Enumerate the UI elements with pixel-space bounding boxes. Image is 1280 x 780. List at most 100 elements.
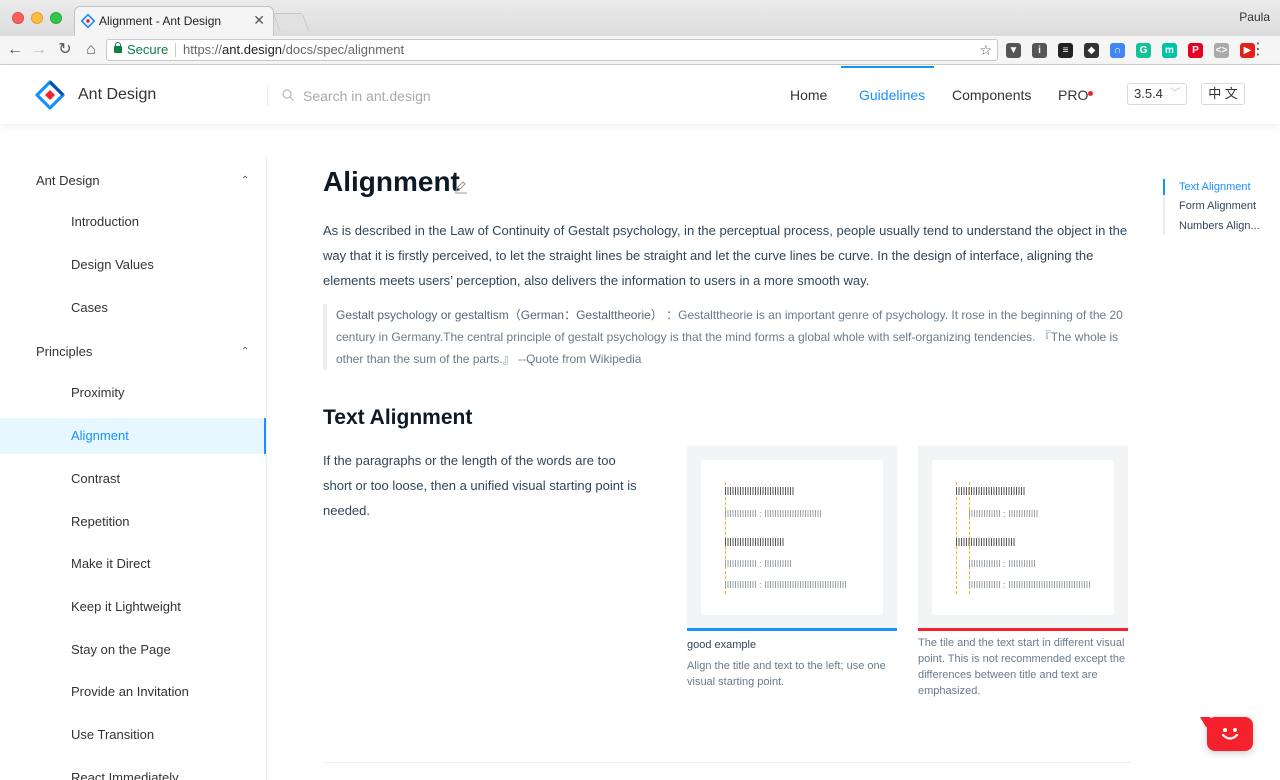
ant-design-logo-icon[interactable] bbox=[35, 80, 65, 110]
version-select[interactable]: 3.5.4 ﹀ bbox=[1127, 83, 1187, 105]
browser-menu-icon[interactable]: ⋮ bbox=[1250, 40, 1266, 60]
sidebar-item-label: Make it Direct bbox=[71, 556, 151, 571]
version-value: 3.5.4 bbox=[1134, 86, 1163, 101]
text-bar bbox=[725, 581, 757, 588]
smiley-face-icon bbox=[1221, 728, 1239, 740]
toc-item-text-alignment[interactable]: Text Alignment bbox=[1179, 181, 1251, 193]
pro-badge-dot bbox=[1088, 91, 1093, 96]
colon: : bbox=[759, 580, 762, 590]
title-bar bbox=[956, 487, 1026, 495]
toc-active-indicator bbox=[1163, 179, 1165, 195]
text-bar bbox=[725, 560, 757, 567]
sidebar-item-react-immediately[interactable]: React Immediately bbox=[0, 760, 266, 780]
sidebar-group-principles[interactable]: Principles bbox=[36, 344, 92, 359]
info-icon[interactable]: i bbox=[1032, 43, 1047, 58]
browser-toolbar: ← → ↻ ⌂ Secure https://ant.design/docs/s… bbox=[0, 36, 1280, 65]
text-bar bbox=[765, 560, 791, 567]
text-bar bbox=[969, 581, 1001, 588]
menu-pro[interactable]: PRO bbox=[1058, 87, 1088, 103]
chevron-up-icon[interactable]: ⌃ bbox=[241, 346, 249, 357]
back-icon[interactable]: ← bbox=[6, 39, 24, 61]
tab-title: Alignment - Ant Design bbox=[99, 14, 222, 28]
gestalt-quote: Gestalt psychology or gestaltism（German：… bbox=[323, 304, 1131, 370]
menu-active-indicator bbox=[841, 66, 934, 68]
section-paragraph: If the paragraphs or the length of the w… bbox=[323, 453, 637, 518]
window-close-button[interactable] bbox=[12, 12, 24, 24]
bookmark-star-icon[interactable]: ☆ bbox=[979, 40, 992, 60]
page-title: Alignment bbox=[323, 166, 460, 197]
intro-paragraph: As is described in the Law of Continuity… bbox=[323, 223, 1128, 288]
feedback-button[interactable] bbox=[1207, 717, 1253, 751]
buffer-icon[interactable]: ≡ bbox=[1058, 43, 1073, 58]
sidebar-item-make-it-direct[interactable]: Make it Direct bbox=[0, 546, 266, 582]
sidebar-item-keep-it-lightweight[interactable]: Keep it Lightweight bbox=[0, 589, 266, 625]
window-maximize-button[interactable] bbox=[50, 12, 62, 24]
edit-icon[interactable] bbox=[454, 180, 468, 194]
forward-icon[interactable]: → bbox=[30, 39, 48, 61]
m-icon[interactable]: m bbox=[1162, 43, 1177, 58]
sidebar-item-label: Design Values bbox=[71, 257, 154, 272]
sidebar-group-ant-design[interactable]: Ant Design bbox=[36, 173, 100, 188]
bad-example-image: : : : bbox=[918, 446, 1128, 631]
colon: : bbox=[759, 509, 762, 519]
shield-icon[interactable]: ◆ bbox=[1084, 43, 1099, 58]
secure-label: Secure bbox=[127, 42, 169, 57]
quote-term: Gestalt psychology or gestaltism（German：… bbox=[336, 308, 663, 322]
home-icon[interactable]: ⌂ bbox=[82, 39, 100, 61]
tab-close-icon[interactable]: ✕ bbox=[253, 12, 265, 29]
menu-components[interactable]: Components bbox=[952, 87, 1031, 103]
menu-guidelines[interactable]: Guidelines bbox=[859, 87, 925, 103]
sidebar-item-label: Repetition bbox=[71, 514, 130, 529]
section-divider bbox=[323, 762, 1131, 763]
sidebar-menu: Ant Design ⌃ Introduction Design Values … bbox=[0, 157, 267, 780]
menu-home[interactable]: Home bbox=[790, 87, 827, 103]
sidebar-item-provide-an-invitation[interactable]: Provide an Invitation bbox=[0, 674, 266, 710]
toc-item-form-alignment[interactable]: Form Alignment bbox=[1179, 200, 1256, 212]
browser-titlebar: Alignment - Ant Design ✕ Paula bbox=[0, 0, 1280, 36]
new-tab-button[interactable] bbox=[272, 13, 310, 31]
text-bar bbox=[765, 581, 847, 588]
sidebar-item-repetition[interactable]: Repetition bbox=[0, 504, 266, 540]
profile-name[interactable]: Paula bbox=[1239, 10, 1270, 24]
reload-icon[interactable]: ↻ bbox=[56, 39, 74, 61]
code-icon[interactable]: <> bbox=[1214, 43, 1229, 58]
title-bar bbox=[725, 538, 785, 546]
ant-design-favicon-icon bbox=[81, 14, 95, 28]
address-bar[interactable]: Secure https://ant.design/docs/spec/alig… bbox=[106, 39, 998, 61]
good-example-caption: Align the title and text to the left; us… bbox=[687, 660, 886, 688]
sidebar-item-proximity[interactable]: Proximity bbox=[0, 375, 266, 411]
good-example-title: good example bbox=[687, 639, 757, 651]
search-input[interactable] bbox=[303, 84, 503, 108]
logo-text[interactable]: Ant Design bbox=[78, 86, 156, 104]
pinterest-icon[interactable]: P bbox=[1188, 43, 1203, 58]
window-minimize-button[interactable] bbox=[31, 12, 43, 24]
browser-tab[interactable]: Alignment - Ant Design ✕ bbox=[74, 6, 274, 36]
sidebar-item-label: Provide an Invitation bbox=[71, 684, 189, 699]
colon: : bbox=[1003, 580, 1006, 590]
header-divider bbox=[267, 84, 268, 106]
sidebar-item-contrast[interactable]: Contrast bbox=[0, 461, 266, 497]
text-bar bbox=[1009, 510, 1039, 517]
sidebar-item-design-values[interactable]: Design Values bbox=[0, 247, 266, 283]
url-text: https://ant.design/docs/spec/alignment bbox=[183, 42, 405, 57]
sidebar-item-use-transition[interactable]: Use Transition bbox=[0, 717, 266, 753]
chevron-up-icon[interactable]: ⌃ bbox=[241, 175, 249, 186]
title-bar bbox=[725, 487, 795, 495]
toc-item-numbers-alignment[interactable]: Numbers Align... bbox=[1179, 220, 1260, 232]
pocket-icon[interactable]: ▼ bbox=[1006, 43, 1021, 58]
sidebar-item-cases[interactable]: Cases bbox=[0, 290, 266, 326]
sidebar-item-alignment[interactable]: Alignment bbox=[0, 418, 266, 454]
grammarly-icon[interactable]: G bbox=[1136, 43, 1151, 58]
sidebar-item-label: Cases bbox=[71, 300, 108, 315]
sidebar-item-label: Keep it Lightweight bbox=[71, 599, 181, 614]
sidebar-item-label: Proximity bbox=[71, 385, 125, 400]
example-card: : : : bbox=[932, 460, 1114, 615]
sidebar-item-introduction[interactable]: Introduction bbox=[0, 204, 266, 240]
text-bar bbox=[969, 560, 1001, 567]
chevron-down-icon: ﹀ bbox=[1170, 88, 1180, 99]
language-button[interactable]: 中 文 bbox=[1201, 83, 1245, 105]
colon: : bbox=[759, 559, 762, 569]
sidebar-item-stay-on-the-page[interactable]: Stay on the Page bbox=[0, 632, 266, 668]
rainbow-icon[interactable]: ∩ bbox=[1110, 43, 1125, 58]
example-card: : : : bbox=[701, 460, 883, 615]
